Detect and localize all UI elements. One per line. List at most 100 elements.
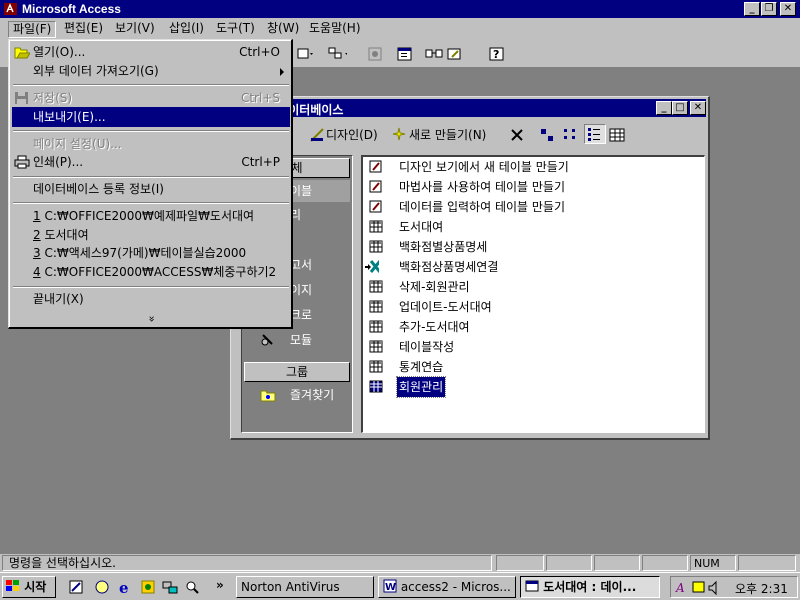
- list-item[interactable]: 테이블작성: [367, 337, 697, 357]
- volume-icon[interactable]: [707, 580, 723, 596]
- task-norton-antivirus[interactable]: Norton AntiVirus: [236, 576, 374, 598]
- menu-tools[interactable]: 도구(T): [212, 21, 259, 38]
- quick-launch-search-icon[interactable]: [184, 579, 200, 595]
- menu-help[interactable]: 도움말(H): [305, 21, 365, 38]
- taskbar-more-button[interactable]: »: [216, 578, 224, 592]
- list-item[interactable]: 데이터를 입력하여 테이블 만들기: [367, 197, 697, 217]
- help-icon[interactable]: ?: [488, 45, 508, 63]
- menu-expand-button[interactable]: »: [12, 308, 290, 328]
- groups-button[interactable]: 그룹: [244, 362, 350, 382]
- menu-item-recent-1[interactable]: 1 C:₩OFFICE2000₩예제파일₩도서대여: [12, 206, 290, 226]
- list-item[interactable]: 마법사를 사용하여 테이블 만들기: [367, 177, 697, 197]
- save-disk-icon: [15, 92, 28, 104]
- db-maximize-button[interactable]: □: [672, 101, 688, 115]
- menu-item-save[interactable]: 저장(S) Ctrl+S: [12, 88, 290, 108]
- status-message: 명령을 선택하십시오.: [2, 555, 492, 571]
- quick-launch-network-icon[interactable]: [162, 579, 178, 595]
- menu-item-exit-label: 끝내기(X): [33, 292, 84, 306]
- database-toolbar: ) 디자인(D) 새로 만들기(N): [233, 121, 707, 147]
- list-item[interactable]: 추가-도서대여: [367, 317, 697, 337]
- menu-view[interactable]: 보기(V): [111, 21, 159, 38]
- menu-edit[interactable]: 편집(E): [60, 21, 107, 38]
- quick-launch-app-icon[interactable]: [140, 579, 156, 595]
- analyze-icon[interactable]: [327, 45, 347, 63]
- menu-item-import-label: 외부 데이터 가져오기(G): [33, 64, 159, 78]
- taskbar: 시작 e » Norton AntiVirus W access2 - Micr…: [0, 572, 800, 600]
- menu-item-recent-4[interactable]: 4 C:₩OFFICE2000₩ACCESS₩체중구하기2: [12, 262, 290, 282]
- delete-icon[interactable]: [509, 127, 525, 143]
- minimize-icon: _: [749, 3, 755, 14]
- menu-insert[interactable]: 삽입(I): [165, 21, 208, 38]
- start-button[interactable]: 시작: [2, 576, 56, 598]
- internet-explorer-icon[interactable]: e: [118, 579, 134, 595]
- database-window: 여 : 데이터베이스 _ □ ✕ ) 디자인(D) 새로 만들기(N) 체 이블…: [230, 96, 710, 440]
- close-button[interactable]: ✕: [780, 2, 796, 16]
- list-item[interactable]: 백화점별상품명세: [367, 237, 697, 257]
- relationships-icon[interactable]: [424, 45, 444, 63]
- details-icon[interactable]: [609, 127, 625, 143]
- new-button[interactable]: 새로 만들기(N): [409, 125, 486, 145]
- code-icon[interactable]: [366, 45, 386, 63]
- quick-launch-outlook-icon[interactable]: [94, 579, 110, 595]
- task-access2-word[interactable]: W access2 - Micros...: [378, 576, 516, 598]
- status-panel: [496, 555, 544, 571]
- svg-text:A: A: [675, 581, 685, 595]
- new-icon: [392, 127, 406, 141]
- create-wizard-icon: [369, 180, 382, 193]
- menu-item-export[interactable]: 내보내기(E)...: [12, 107, 290, 127]
- design-icon: [310, 128, 324, 142]
- list-item-selected[interactable]: 회원관리: [367, 376, 697, 398]
- menu-item-save-shortcut: Ctrl+S: [240, 91, 280, 105]
- list-item[interactable]: 백화점상품명세연결: [365, 257, 697, 277]
- list-item[interactable]: 디자인 보기에서 새 테이블 만들기: [367, 157, 697, 177]
- list-item-label: 디자인 보기에서 새 테이블 만들기: [399, 160, 569, 174]
- object-modules[interactable]: 모듈: [250, 329, 350, 351]
- title-bar[interactable]: Microsoft Access _ ❐ ✕: [0, 0, 800, 18]
- office-links-icon[interactable]: [295, 45, 315, 63]
- object-modules-label: 모듈: [290, 333, 313, 347]
- list-item[interactable]: 업데이트-도서대여: [367, 297, 697, 317]
- task-database-window[interactable]: 도서대여 : 데이...: [520, 576, 660, 598]
- menu-window[interactable]: 창(W): [263, 21, 303, 38]
- menu-item-import-external[interactable]: 외부 데이터 가져오기(G): [12, 61, 290, 81]
- properties-icon[interactable]: [395, 45, 415, 63]
- menu-item-page-setup[interactable]: 페이지 설정(U)...: [12, 134, 290, 154]
- minimize-button[interactable]: _: [744, 2, 760, 16]
- db-minimize-button[interactable]: _: [656, 101, 672, 115]
- menu-item-recent-2[interactable]: 2 도서대여: [12, 225, 290, 245]
- menu-item-recent-3[interactable]: 3 C:₩액세스97(가메)₩테이블실습2000: [12, 243, 290, 263]
- large-icons-icon[interactable]: [539, 127, 555, 143]
- menu-item-db-properties[interactable]: 데이터베이스 등록 정보(I): [12, 179, 290, 199]
- access-key-icon[interactable]: [3, 1, 19, 17]
- favorites-group[interactable]: 즐겨찾기: [250, 384, 350, 406]
- table-icon: [369, 300, 383, 313]
- db-close-button[interactable]: ✕: [690, 101, 706, 115]
- recent-4-number: 4: [33, 265, 41, 279]
- new-object-icon[interactable]: [446, 45, 466, 63]
- menu-item-exit[interactable]: 끝내기(X): [12, 289, 290, 309]
- menu-separator: [13, 202, 289, 204]
- object-tables-label: 이블: [290, 184, 313, 198]
- menu-item-print[interactable]: 인쇄(P)... Ctrl+P: [12, 152, 290, 172]
- list-item-label: 백화점별상품명세: [399, 240, 488, 254]
- database-window-title-bar[interactable]: 여 : 데이터베이스 _ □ ✕: [233, 99, 706, 117]
- recent-2-text: 2 도서대여: [33, 225, 89, 245]
- restore-button[interactable]: ❐: [761, 2, 777, 16]
- object-reports-label: 고서: [290, 258, 313, 272]
- tray-font-icon[interactable]: A: [675, 579, 691, 595]
- design-button[interactable]: 디자인(D): [326, 125, 378, 145]
- recent-1-number: 1: [33, 209, 41, 223]
- list-item-label: 회원관리: [395, 376, 447, 398]
- list-item[interactable]: 삭제-회원관리: [367, 277, 697, 297]
- small-icons-icon[interactable]: [563, 127, 579, 143]
- table-icon: [369, 360, 383, 373]
- list-item[interactable]: 도서대여: [367, 217, 697, 237]
- tray-app-icon[interactable]: [691, 579, 707, 595]
- quick-launch-edit-icon[interactable]: [68, 579, 84, 595]
- menu-file[interactable]: 파일(F): [8, 21, 57, 38]
- object-macros-label: 크로: [290, 308, 313, 322]
- list-view-button[interactable]: [584, 124, 606, 144]
- table-icon: [369, 280, 383, 293]
- menu-item-open[interactable]: 열기(O)... Ctrl+O: [12, 42, 290, 62]
- list-item[interactable]: 통계연습: [367, 357, 697, 377]
